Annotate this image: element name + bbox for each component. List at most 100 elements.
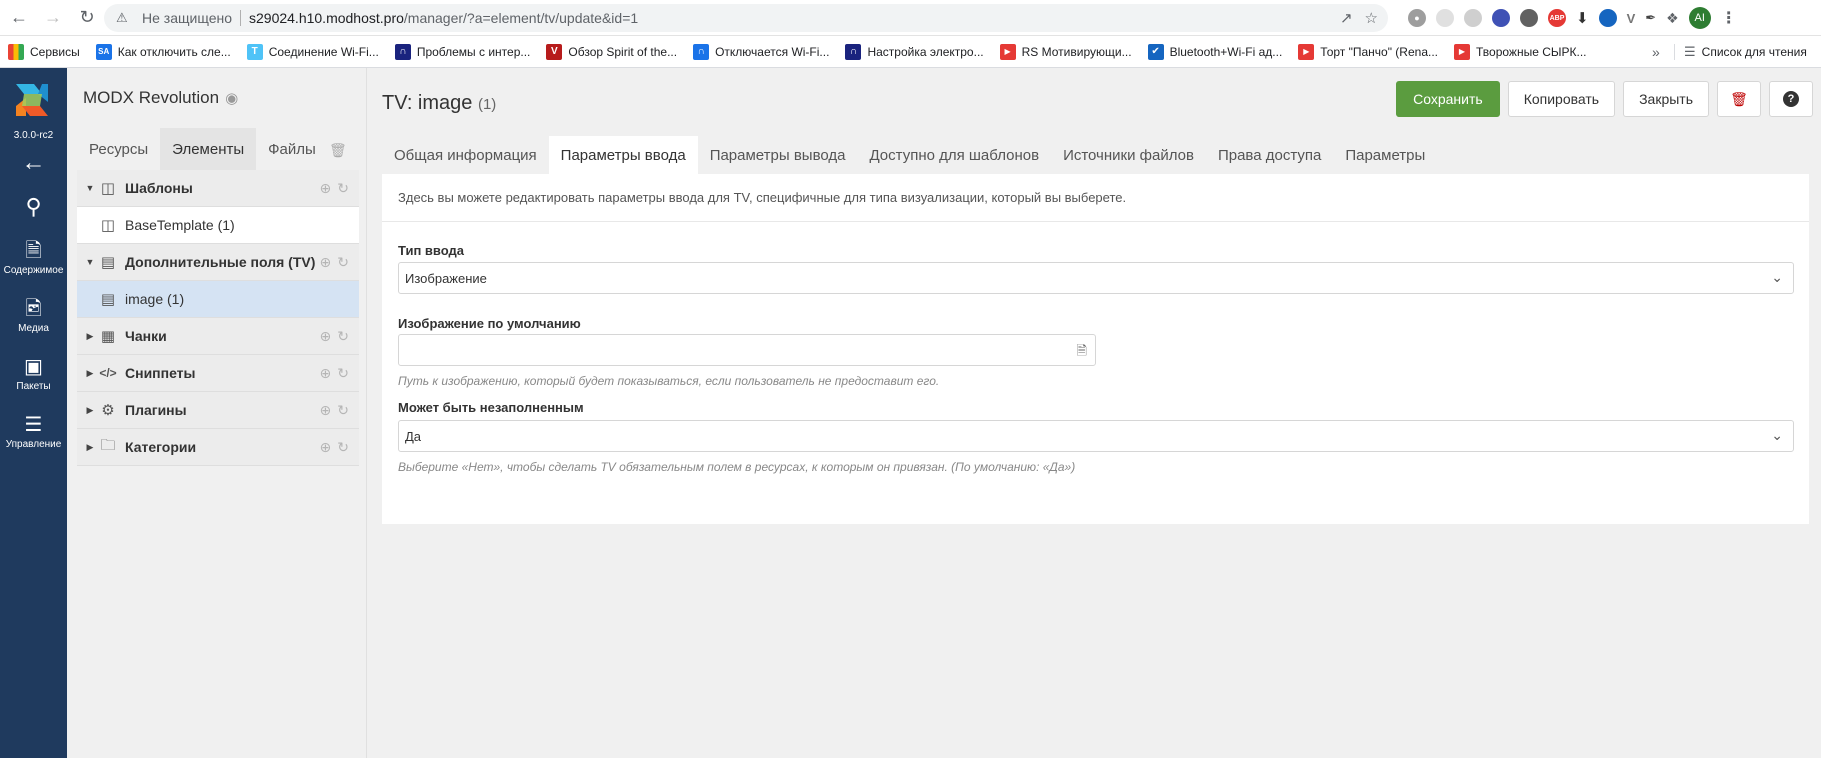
eyedropper-icon[interactable]: ✒ bbox=[1645, 10, 1656, 26]
bookmark-label: Bluetooth+Wi-Fi ад... bbox=[1169, 44, 1283, 59]
tree-category-templates[interactable]: ▼ ◫ Шаблоны ⊕ ↻ bbox=[77, 170, 359, 207]
input-type-select[interactable]: Изображение ⌄ bbox=[398, 262, 1794, 294]
grid-extension-icon[interactable] bbox=[1436, 9, 1454, 27]
bookmark-item[interactable]: ▶ RS Мотивирующи... bbox=[992, 36, 1140, 68]
eye-icon[interactable]: ◉ bbox=[225, 89, 238, 107]
bookmark-item[interactable]: ∩ Настройка электро... bbox=[837, 36, 991, 68]
tree-item-basetemplate[interactable]: ◫ BaseTemplate (1) bbox=[77, 207, 359, 244]
extensions-area: ● ABP ⬇ V ✒ ❖ AI ⋮ bbox=[1408, 4, 1737, 32]
tab-files[interactable]: Файлы bbox=[256, 128, 328, 170]
caret-right-icon[interactable]: ▶ bbox=[81, 442, 99, 453]
reload-icon[interactable]: ↻ bbox=[70, 0, 104, 36]
bookmark-item[interactable]: Сервисы bbox=[0, 36, 88, 68]
adblock-icon[interactable]: ABP bbox=[1548, 9, 1566, 27]
tree-label: Сниппеты bbox=[125, 365, 196, 381]
tab-media-sources[interactable]: Источники файлов bbox=[1051, 136, 1206, 174]
allow-blank-select[interactable]: Да ⌄ bbox=[398, 420, 1794, 452]
chevron-down-icon[interactable]: ⌄ bbox=[1771, 269, 1783, 286]
tv-tabs: Общая информация Параметры ввода Парамет… bbox=[382, 136, 1437, 174]
bookmark-item[interactable]: ∩ Отключается Wi-Fi... bbox=[685, 36, 837, 68]
tree-category-tvs[interactable]: ▼ ▤ Дополнительные поля (TV) ⊕ ↻ bbox=[77, 244, 359, 281]
tab-input-options[interactable]: Параметры ввода bbox=[548, 136, 698, 174]
tab-resources[interactable]: Ресурсы bbox=[77, 128, 160, 170]
browser-menu-icon[interactable]: ⋮ bbox=[1721, 8, 1737, 28]
tree-category-categories[interactable]: ▶ 🗀 Категории ⊕ ↻ bbox=[77, 429, 359, 466]
caret-right-icon[interactable]: ▶ bbox=[81, 331, 99, 342]
help-button[interactable]: ? bbox=[1769, 81, 1813, 117]
chevron-down-icon[interactable]: ⌄ bbox=[1771, 427, 1783, 444]
caret-down-icon[interactable]: ▼ bbox=[81, 257, 99, 267]
back-nav-button[interactable]: ← bbox=[0, 151, 67, 177]
allow-blank-label: Может быть незаполненным bbox=[398, 400, 584, 415]
tab-elements[interactable]: Элементы bbox=[160, 128, 257, 170]
refresh-icon[interactable]: ↻ bbox=[337, 254, 349, 271]
add-icon[interactable]: ⊕ bbox=[320, 180, 332, 197]
tree-category-chunks[interactable]: ▶ ▦ Чанки ⊕ ↻ bbox=[77, 318, 359, 355]
bookmark-item[interactable]: T Соединение Wi-Fi... bbox=[239, 36, 387, 68]
default-image-input[interactable]: 🗎 bbox=[398, 334, 1096, 366]
code-extension-icon[interactable] bbox=[1520, 9, 1538, 27]
circle-extension-icon[interactable] bbox=[1464, 9, 1482, 27]
refresh-icon[interactable]: ↻ bbox=[337, 180, 349, 197]
refresh-icon[interactable]: ↻ bbox=[337, 439, 349, 456]
nav-item-manage[interactable]: ☰ Управление bbox=[0, 414, 67, 450]
bookmark-item[interactable]: ▶ Творожные СЫРК... bbox=[1446, 36, 1595, 68]
caret-down-icon[interactable]: ▼ bbox=[81, 183, 99, 193]
bookmark-item[interactable]: V Обзор Spirit of the... bbox=[538, 36, 685, 68]
star-icon[interactable]: ☆ bbox=[1365, 9, 1378, 27]
add-icon[interactable]: ⊕ bbox=[320, 365, 332, 382]
reading-list-icon: ☰ bbox=[1684, 44, 1696, 59]
tree-category-snippets[interactable]: ▶ </> Сниппеты ⊕ ↻ bbox=[77, 355, 359, 392]
avatar[interactable]: AI bbox=[1688, 7, 1711, 29]
tab-output-options[interactable]: Параметры вывода bbox=[698, 136, 858, 174]
address-bar[interactable]: ⚠ Не защищено s29024.h10.modhost.pro /ma… bbox=[104, 4, 1388, 32]
refresh-icon[interactable]: ↻ bbox=[337, 402, 349, 419]
add-icon[interactable]: ⊕ bbox=[320, 328, 332, 345]
nav-item-media[interactable]: 🖻 Медиа bbox=[0, 298, 67, 334]
modx-version: 3.0.0-rc2 bbox=[13, 130, 54, 141]
element-tree-panel: MODX Revolution ◉ Ресурсы Элементы Файлы… bbox=[67, 68, 367, 758]
bookmark-item[interactable]: ✔ Bluetooth+Wi-Fi ад... bbox=[1140, 36, 1291, 68]
tab-access-permissions[interactable]: Права доступа bbox=[1206, 136, 1333, 174]
forward-arrow-icon[interactable]: → bbox=[36, 0, 70, 36]
nav-item-packages[interactable]: ▣ Пакеты bbox=[0, 356, 67, 392]
modx-logo-icon[interactable] bbox=[12, 80, 52, 120]
bookmark-item[interactable]: ▶ Торт "Панчо" (Rena... bbox=[1290, 36, 1446, 68]
camera-extension-icon[interactable]: ● bbox=[1408, 9, 1426, 27]
bookmark-item[interactable]: SA Как отключить сле... bbox=[88, 36, 239, 68]
v-extension-icon[interactable]: V bbox=[1627, 11, 1636, 26]
bookmark-item[interactable]: ∩ Проблемы с интер... bbox=[387, 36, 539, 68]
download-icon[interactable]: ⬇ bbox=[1576, 9, 1589, 27]
search-nav-button[interactable]: ⚲ bbox=[0, 196, 67, 221]
close-button[interactable]: Закрыть bbox=[1623, 81, 1709, 117]
tree-category-plugins[interactable]: ▶ ⚙ Плагины ⊕ ↻ bbox=[77, 392, 359, 429]
tab-general[interactable]: Общая информация bbox=[382, 136, 549, 174]
caret-right-icon[interactable]: ▶ bbox=[81, 405, 99, 416]
blue-extension-icon[interactable] bbox=[1492, 9, 1510, 27]
tab-template-access[interactable]: Доступно для шаблонов bbox=[857, 136, 1051, 174]
tree-item-image-tv[interactable]: ▤ image (1) bbox=[77, 281, 359, 318]
document-icon: 🗎 bbox=[25, 240, 42, 262]
copy-button[interactable]: Копировать bbox=[1507, 81, 1616, 117]
save-button[interactable]: Сохранить bbox=[1396, 81, 1500, 117]
caret-right-icon[interactable]: ▶ bbox=[81, 368, 99, 379]
nav-item-content[interactable]: 🗎 Содержимое bbox=[0, 240, 67, 276]
trash-icon[interactable]: 🗑 bbox=[329, 142, 347, 159]
refresh-icon[interactable]: ↻ bbox=[337, 328, 349, 345]
puzzle-icon[interactable]: ❖ bbox=[1666, 10, 1679, 27]
bookmark-label: Обзор Spirit of the... bbox=[568, 44, 678, 59]
share-icon[interactable]: ↗ bbox=[1340, 9, 1353, 27]
delete-button[interactable]: 🗑 bbox=[1717, 81, 1761, 117]
more-bookmarks-icon[interactable]: » bbox=[1652, 36, 1660, 68]
tab-properties[interactable]: Параметры bbox=[1333, 136, 1437, 174]
add-icon[interactable]: ⊕ bbox=[320, 402, 332, 419]
refresh-icon[interactable]: ↻ bbox=[337, 365, 349, 382]
add-icon[interactable]: ⊕ bbox=[320, 439, 332, 456]
reading-list[interactable]: ☰ Список для чтения bbox=[1684, 36, 1807, 68]
globe-extension-icon[interactable] bbox=[1598, 9, 1617, 27]
bookmark-label: Отключается Wi-Fi... bbox=[715, 44, 830, 59]
box-icon: ▣ bbox=[24, 356, 43, 378]
add-icon[interactable]: ⊕ bbox=[320, 254, 332, 271]
file-browse-icon[interactable]: 🗎 bbox=[1077, 342, 1087, 364]
back-arrow-icon[interactable]: ← bbox=[2, 0, 36, 36]
